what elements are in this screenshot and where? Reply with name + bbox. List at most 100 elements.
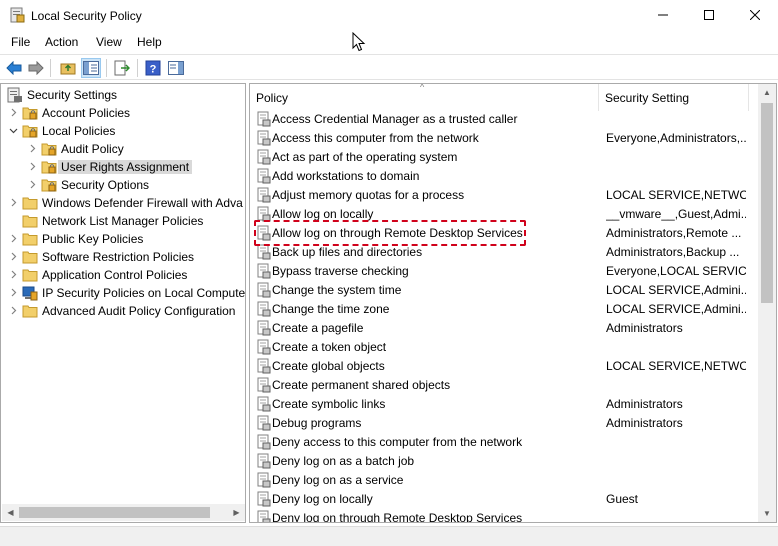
export-list-button[interactable] bbox=[112, 58, 132, 78]
maximize-button[interactable] bbox=[686, 0, 732, 30]
scroll-up-arrow-icon[interactable]: ▲ bbox=[758, 84, 776, 101]
policy-name: Debug programs bbox=[272, 416, 362, 430]
scroll-right-arrow-icon[interactable]: ▶ bbox=[228, 504, 245, 521]
back-button[interactable] bbox=[4, 58, 24, 78]
toolbar: ? bbox=[0, 54, 778, 80]
tree-item[interactable]: Local Policies bbox=[1, 122, 245, 140]
column-header-policy[interactable]: ^ Policy bbox=[250, 84, 599, 111]
policy-row[interactable]: Access this computer from the network Eve… bbox=[250, 129, 758, 148]
chevron-right-icon[interactable] bbox=[9, 252, 18, 261]
policy-row[interactable]: Deny log on locally Guest bbox=[250, 490, 758, 509]
scroll-down-arrow-icon[interactable]: ▼ bbox=[758, 505, 776, 522]
menu-bar: File Action View Help bbox=[0, 32, 778, 52]
vertical-scrollbar[interactable]: ▲ ▼ bbox=[758, 84, 776, 522]
close-button[interactable] bbox=[732, 0, 778, 30]
chevron-right-icon[interactable] bbox=[9, 108, 18, 117]
tree-item[interactable]: Security Settings bbox=[1, 86, 245, 104]
policy-document-icon bbox=[257, 358, 271, 374]
tree-item[interactable]: Public Key Policies bbox=[1, 230, 245, 248]
policy-document-icon bbox=[257, 339, 271, 355]
policy-document-icon bbox=[257, 282, 271, 298]
tree-item-label: Advanced Audit Policy Configuration bbox=[42, 304, 236, 318]
back-arrow-icon bbox=[6, 61, 22, 75]
policy-row[interactable]: Debug programs Administrators bbox=[250, 414, 758, 433]
tree-item[interactable]: IP Security Policies on Local Compute bbox=[1, 284, 245, 302]
chevron-right-icon[interactable] bbox=[9, 234, 18, 243]
policy-row[interactable]: Create a pagefile Administrators bbox=[250, 319, 758, 338]
policy-name: Deny log on locally bbox=[272, 492, 373, 506]
security-setting-value: LOCAL SERVICE,Admini... bbox=[606, 302, 746, 316]
show-hide-action-pane-button[interactable] bbox=[166, 58, 186, 78]
policy-row[interactable]: Create permanent shared objects bbox=[250, 376, 758, 395]
policy-row[interactable]: Deny log on as a batch job bbox=[250, 452, 758, 471]
chevron-right-icon[interactable] bbox=[28, 180, 37, 189]
security-setting-value: Everyone,Administrators,... bbox=[606, 131, 746, 145]
policy-row[interactable]: Create global objects LOCAL SERVICE,NETWO… bbox=[250, 357, 758, 376]
policy-list[interactable]: ^ Policy Security Setting Access Credent… bbox=[249, 83, 777, 523]
menu-file[interactable]: File bbox=[11, 35, 30, 49]
tree-item[interactable]: Audit Policy bbox=[1, 140, 245, 158]
policy-row[interactable]: Add workstations to domain bbox=[250, 167, 758, 186]
minimize-icon bbox=[658, 14, 668, 16]
tree-item[interactable]: Software Restriction Policies bbox=[1, 248, 245, 266]
menu-help[interactable]: Help bbox=[137, 35, 162, 49]
menu-action[interactable]: Action bbox=[45, 35, 78, 49]
scrollbar-thumb[interactable] bbox=[761, 103, 773, 303]
tree-item[interactable]: Advanced Audit Policy Configuration bbox=[1, 302, 245, 320]
chevron-right-icon[interactable] bbox=[9, 270, 18, 279]
policy-row[interactable]: Act as part of the operating system bbox=[250, 148, 758, 167]
policy-row[interactable]: Deny access to this computer from the ne… bbox=[250, 433, 758, 452]
toolbar-separator bbox=[106, 59, 107, 77]
tree-item[interactable]: Application Control Policies bbox=[1, 266, 245, 284]
policy-row[interactable]: Back up files and directories Administrat… bbox=[250, 243, 758, 262]
policy-row[interactable]: Allow log on locally __vmware__,Guest,Adm… bbox=[250, 205, 758, 224]
policy-row[interactable]: Access Credential Manager as a trusted c… bbox=[250, 110, 758, 129]
policy-row[interactable]: Allow log on through Remote Desktop Serv… bbox=[250, 224, 758, 243]
policy-name: Access this computer from the network bbox=[272, 131, 479, 145]
policy-row[interactable]: Create symbolic links Administrators bbox=[250, 395, 758, 414]
tree-item[interactable]: Security Options bbox=[1, 176, 245, 194]
policy-name: Deny log on as a batch job bbox=[272, 454, 415, 468]
policy-name: Create symbolic links bbox=[272, 397, 386, 411]
security-setting-value: Guest bbox=[606, 492, 639, 506]
policy-document-icon bbox=[257, 320, 271, 336]
scrollbar-thumb[interactable] bbox=[19, 507, 210, 518]
up-one-level-button[interactable] bbox=[58, 58, 78, 78]
policy-row[interactable]: Change the system time LOCAL SERVICE,Admi… bbox=[250, 281, 758, 300]
scroll-left-arrow-icon[interactable]: ◀ bbox=[2, 504, 19, 521]
horizontal-scrollbar[interactable]: ◀ ▶ bbox=[2, 504, 245, 521]
policy-document-icon bbox=[257, 225, 271, 241]
tree-item[interactable]: User Rights Assignment bbox=[1, 158, 245, 176]
ip-security-icon bbox=[22, 286, 38, 301]
folder-icon bbox=[22, 197, 38, 210]
console-tree[interactable]: Security Settings Account Policies Local P… bbox=[0, 83, 246, 523]
policy-row[interactable]: Change the time zone LOCAL SERVICE,Admini… bbox=[250, 300, 758, 319]
chevron-right-icon[interactable] bbox=[9, 198, 18, 207]
policy-document-icon bbox=[257, 168, 271, 184]
forward-button[interactable] bbox=[26, 58, 46, 78]
chevron-right-icon[interactable] bbox=[28, 144, 37, 153]
column-header-security-setting[interactable]: Security Setting bbox=[599, 84, 749, 111]
tree-item[interactable]: Windows Defender Firewall with Adva bbox=[1, 194, 245, 212]
sort-ascending-icon: ^ bbox=[420, 83, 425, 92]
folder-icon bbox=[22, 251, 38, 264]
policy-name: Bypass traverse checking bbox=[272, 264, 409, 278]
minimize-button[interactable] bbox=[640, 0, 686, 30]
policy-row[interactable]: Create a token object bbox=[250, 338, 758, 357]
chevron-right-icon[interactable] bbox=[28, 162, 37, 171]
policy-row[interactable]: Deny log on through Remote Desktop Servi… bbox=[250, 509, 758, 522]
show-hide-console-tree-button[interactable] bbox=[81, 58, 101, 78]
menu-view[interactable]: View bbox=[96, 35, 122, 49]
policy-row[interactable]: Bypass traverse checking Everyone,LOCAL S… bbox=[250, 262, 758, 281]
tree-item[interactable]: Network List Manager Policies bbox=[1, 212, 245, 230]
policy-row[interactable]: Deny log on as a service bbox=[250, 471, 758, 490]
svg-text:?: ? bbox=[150, 64, 157, 76]
help-button[interactable]: ? bbox=[143, 58, 163, 78]
tree-item[interactable]: Account Policies bbox=[1, 104, 245, 122]
chevron-right-icon[interactable] bbox=[9, 288, 18, 297]
chevron-down-icon[interactable] bbox=[9, 126, 18, 135]
chevron-right-icon[interactable] bbox=[9, 306, 18, 315]
status-bar bbox=[0, 526, 778, 546]
export-list-icon bbox=[114, 60, 130, 76]
policy-row[interactable]: Adjust memory quotas for a process LOCAL … bbox=[250, 186, 758, 205]
